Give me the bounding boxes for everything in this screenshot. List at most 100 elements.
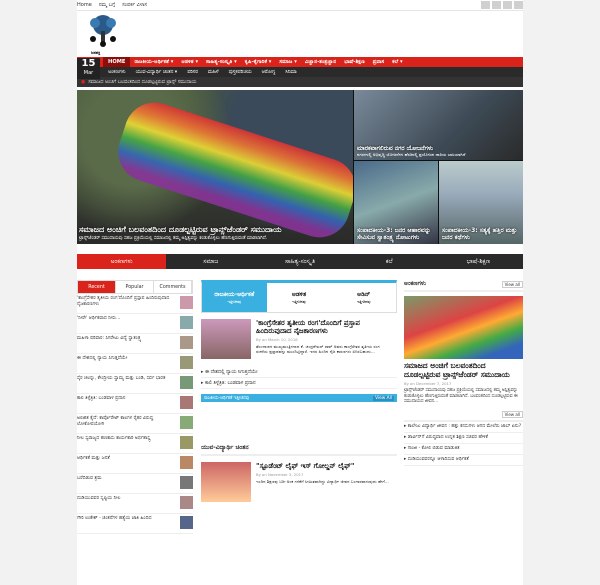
list-item[interactable]: ▸ ಡಾರ್ವಿನ್‌ಗೆ ವಿರುದ್ಧವಾದ ಉನ್ನತ ಶಿಕ್ಷಣ ಸಚ… — [404, 433, 523, 444]
hero-story-4[interactable]: ಸಂಪಾದಕೀಯ-3: ಸತ್ಯಕ್ಕೆ ಹತ್ತಿರ ಮತ್ತು ಜನರ ಕಥ… — [439, 161, 523, 244]
related-link[interactable]: ▸ ಈ ದೇಶದಲ್ಲಿ ನ್ಯಾಯ ಸಿಗುತ್ತದೆಯೇ — [201, 367, 397, 378]
list-item[interactable]: 'ಕಾಂಗ್ರೆಸೇತರ ತೃತೀಯ ರಂಗ'ದೊಂದಿಗೆ ಪ್ರಸ್ತಾಪ … — [77, 294, 193, 314]
google-plus-icon[interactable] — [503, 1, 512, 9]
subnav-item-cinema[interactable]: ಸಿನಿಮಾ — [280, 69, 301, 75]
site-logo[interactable]: ಜನಶಕ್ತಿ — [83, 13, 123, 55]
columns-widget-image[interactable] — [404, 296, 523, 359]
list-item-title[interactable]: ಡಾರ್ವಿನ್‌ಗೆ ವಿರುದ್ಧವಾದ ಉನ್ನತ ಶಿಕ್ಷಣ ಸಚಿವ… — [408, 435, 488, 440]
featured-article-image[interactable] — [201, 319, 251, 359]
list-item-title[interactable]: ಸೈರ ಚಲನ್ನು, ಕೇಂದ್ರೀಯ ಸ್ವಾಮ್ಯ ಮತ್ತು ಬಂಡಿ,… — [77, 376, 173, 382]
view-all-button[interactable]: View All — [373, 395, 394, 401]
subnav-item-environment[interactable]: ಪರಿಸರ — [182, 69, 203, 75]
topbar-link-home[interactable]: Home — [77, 2, 92, 8]
columns-widget-summary: ಟ್ರಾನ್ಸ್‌ಜೆಂಡರ್ ಸಮುದಾಯವು ಸಹಜ ಪ್ರಕ್ರಿಯೆಯಲ… — [404, 388, 518, 405]
subnav-item-women[interactable]: ಮಹಿಳೆ — [203, 69, 224, 75]
list-item-title[interactable]: ಕಾಲಿ ತಿಳ್ಳೆತ್ರಿತಿ: ಬಂಡವಾಳ ಪ್ರದಾನ — [77, 396, 173, 402]
related-link-text[interactable]: ಈ ದೇಶದಲ್ಲಿ ನ್ಯಾಯ ಸಿಗುತ್ತದೆಯೇ — [205, 370, 258, 375]
nav-item-governance[interactable]: ಆಡಳಿತ ▾ — [177, 59, 202, 66]
list-item[interactable]: ಬರೆದಿಡುವ ಶ್ರಮ — [77, 474, 193, 494]
columns-widget-title[interactable]: ಅಂಕಣಗಳು — [404, 280, 426, 288]
list-item[interactable]: ಆರ್ಥಿಕತೆ ಮತ್ತು ಜನತೆ — [77, 454, 193, 474]
subnav-item-health[interactable]: ಆರೋಗ್ಯ — [257, 69, 281, 75]
twitter-icon[interactable] — [492, 1, 501, 9]
youth-featured-article[interactable]: "ಸ್ಟೂಡೆಂಟ್ ಲೈಫ್ ಇಸ್ ಗೋಲ್ಡನ್ ಲೈಫ್" By on … — [201, 462, 397, 502]
list-item-title[interactable]: ಈ ದೇಶದಲ್ಲಿ ನ್ಯಾಯ ಸಿಗುತ್ತದೆಯೇ — [77, 356, 173, 362]
hero-main-title[interactable]: ಸಮಾಜದ ಅಂಚಿಗೆ ಬಲವಂತದಿಂದ ದೂಡಲ್ಪಟ್ಟಿರುವ ಟ್ರ… — [79, 225, 351, 234]
hero-story-4-caption: ಸಂಪಾದಕೀಯ-3: ಸತ್ಯಕ್ಕೆ ಹತ್ತಿರ ಮತ್ತು ಜನರ ಕಥ… — [442, 227, 520, 241]
list-item-title[interactable]: 'ಕಾಂಗ್ರೆಸೇತರ ತೃತೀಯ ರಂಗ'ದೊಂದಿಗೆ ಪ್ರಸ್ತಾಪ … — [77, 296, 173, 308]
list-item[interactable]: ಗೌರಿ ಲಂಕೇಶ್ - ಚಿಂತನೆಗಳ ಹತ್ಯೆಯ ಜಾತಿ ಹಿಂದಿ… — [77, 514, 193, 534]
nav-item-agriculture[interactable]: ಕೃಷಿ-ಕೈಗಾರಿಕೆ ▾ — [241, 59, 276, 66]
nav-home[interactable]: HOME — [103, 57, 131, 67]
list-item-title[interactable]: ಬರೆದಿಡುವ ಶ್ರಮ — [77, 476, 173, 482]
nav-item-language[interactable]: ಭಾಷೆ-ಶಿಕ್ಷಣ — [340, 59, 369, 66]
view-all-button[interactable]: View all — [501, 410, 523, 418]
tab-governance[interactable]: ಆಡಳಿತ ಇತ್ತೀಚಿನವು — [267, 283, 332, 312]
list-item-title[interactable]: ಗೌರಿ ಲಂಕೇಶ್ - ಚಿಂತನೆಗಳ ಹತ್ಯೆಯ ಜಾತಿ ಹಿಂದಿ… — [77, 516, 173, 522]
hero-story-4-title[interactable]: ಸಂಪಾದಕೀಯ-3: ಸತ್ಯಕ್ಕೆ ಹತ್ತಿರ ಮತ್ತು ಜನರ ಕಥ… — [442, 227, 520, 241]
topbar-link-contact[interactable]: ಸಂಪರ್ಕ ವಿಳಾಸ — [122, 2, 147, 8]
youth-article-title[interactable]: "ಸ್ಟೂಡೆಂಟ್ ಲೈಫ್ ಇಸ್ ಗೋಲ್ಡನ್ ಲೈಫ್" — [256, 462, 391, 470]
tab-language[interactable]: ಭಾಷೆ-ಶಿಕ್ಷಣ — [434, 254, 523, 269]
list-item-title[interactable]: ನೀಲ ಸ್ವರಾಜ್ಯದ ಹಣಕಾಸು ಕಾರ್ಯಕಾರಿ ಅರ್ಥಶಾಸ್ತ… — [77, 436, 173, 442]
hero-story-3[interactable]: ಸಂಪಾದಕೀಯ-3: ಜನರ ಆಹಾರವನ್ನು ಸೇವಿಸುವ ಸ್ವಾತಂ… — [354, 161, 438, 244]
list-item-title[interactable]: ಮಹಿಳಾ ಪರಿವಾರ: ಸಿಗರೇಟು ವಿದ್ಯೆ ಸ್ವಾತಂತ್ರ್ಯ — [77, 336, 173, 342]
list-item[interactable]: ▸ ದುಡಿಯುವವರನ್ನೂ ಆಳಾದಿಸುವ ಆರ್ಥಿಕತೆ — [404, 455, 523, 466]
view-all-button[interactable]: View all — [501, 280, 523, 288]
tab-literature[interactable]: ಸಾಹಿತ್ಯ-ಸಂಸ್ಕೃತಿ — [255, 254, 344, 269]
list-item[interactable]: ಈ ದೇಶದಲ್ಲಿ ನ್ಯಾಯ ಸಿಗುತ್ತದೆಯೇ — [77, 354, 193, 374]
ticker-text[interactable]: ಸಮಾಜದ ಅಂಚಿಗೆ ಬಲವಂತದಿಂದ ದೂಡಲ್ಪಟ್ಟಿರುವ ಟ್ರ… — [88, 79, 196, 85]
featured-article-title[interactable]: 'ಕಾಂಗ್ರೆಸೇತರ ತೃತೀಯ ರಂಗ'ದೊಂದಿಗೆ ಪ್ರಸ್ತಾಪ … — [256, 319, 391, 335]
tab-politics-economy-sub: ಇತ್ತೀಚಿನವು — [227, 299, 242, 304]
nav-item-science[interactable]: ವಿಜ್ಞಾನ-ತಂತ್ರಜ್ಞಾನ — [301, 59, 340, 66]
columns-widget-article-title[interactable]: ಸಮಾಜದ ಅಂಚಿಗೆ ಬಲವಂತದಿಂದ ದೂಡಲ್ಪಟ್ಟಿರುವ ಟ್ರ… — [404, 361, 523, 379]
list-item[interactable]: ▸ ಗಾಂಜಿ - ಕೋಲಿ ಬಿಡುವ ಮಾಡುತಿತ — [404, 444, 523, 455]
youth-section-heading[interactable]: ಯುವ-ವಿದ್ಯಾರ್ಥಿ ಚಿಂತನ — [201, 442, 397, 456]
category-tabs: ಅಂಕಣಗಳು ಸಮಾಜ ಸಾಹಿತ್ಯ-ಸಂಸ್ಕೃತಿ ಕಲೆ ಭಾಷೆ-ಶ… — [77, 254, 523, 269]
tab-arts[interactable]: ಕಲೆ — [345, 254, 434, 269]
rss-icon[interactable] — [514, 1, 523, 9]
featured-article[interactable]: 'ಕಾಂಗ್ರೆಸೇತರ ತೃತೀಯ ರಂಗ'ದೊಂದಿಗೆ ಪ್ರಸ್ತಾಪ … — [201, 319, 397, 359]
hero-main-story[interactable]: ಸಮಾಜದ ಅಂಚಿಗೆ ಬಲವಂತದಿಂದ ದೂಡಲ್ಪಟ್ಟಿರುವ ಟ್ರ… — [77, 90, 353, 244]
list-item[interactable]: ನೀಲ ಸ್ವರಾಜ್ಯದ ಹಣಕಾಸು ಕಾರ್ಯಕಾರಿ ಅರ್ಥಶಾಸ್ತ… — [77, 434, 193, 454]
related-link-text[interactable]: ಕಾಲಿ ತಿಳ್ಳೆತ್ರಿತಿ: ಬಂಡವಾಳ ಪ್ರದಾನ — [205, 381, 256, 386]
tab-comments[interactable]: Comments — [154, 281, 192, 293]
list-item[interactable]: 'ನೀರೇ' ಆರ್ಥಿಕವಾದ ನೀರು... — [77, 314, 193, 334]
list-item-title[interactable]: ಅಲಿಖಿತ ಕೈದೆ: ಕಾರ್ಪೊರೇಟ್ ಕಾಲಗಳ ರೈತರ ವಿರುದ… — [77, 416, 173, 428]
facebook-icon[interactable] — [481, 1, 490, 9]
hero-story-2[interactable]: ಮಾರಕವಾಗಲಿರುವ ನಗರ ಯೋಜನೆಗಳು ನಗರಗಳಲ್ಲಿ ಅಭಿವ… — [354, 90, 523, 160]
list-item-title[interactable]: ಗಾಂಜಿ - ಕೋಲಿ ಬಿಡುವ ಮಾಡುತಿತ — [408, 446, 460, 451]
list-item-title[interactable]: ದುಡಿಯುವವರ ಸೃಷ್ಟಿಯ ನೀಲ — [77, 496, 173, 502]
list-item-title[interactable]: ಆರ್ಥಿಕತೆ ಮತ್ತು ಜನತೆ — [77, 456, 173, 462]
youth-article-image[interactable] — [201, 462, 251, 502]
nav-item-society[interactable]: ಸಮಾಜ ▾ — [275, 59, 300, 66]
related-link[interactable]: ▸ ಕಾಲಿ ತಿಳ್ಳೆತ್ರಿತಿ: ಬಂಡವಾಳ ಪ್ರದಾನ — [201, 378, 397, 389]
tab-other[interactable]: ಅಡಿನ್ ಇತ್ತೀಚಿನವು — [331, 283, 396, 312]
list-item[interactable]: ಅಲಿಖಿತ ಕೈದೆ: ಕಾರ್ಪೊರೇಟ್ ಕಾಲಗಳ ರೈತರ ವಿರುದ… — [77, 414, 193, 434]
nav-item-politics[interactable]: ರಾಜಕೀಯ-ಆರ್ಥಿಕತೆ ▾ — [130, 59, 177, 66]
list-item-title[interactable]: 'ನೀರೇ' ಆರ್ಥಿಕವಾದ ನೀರು... — [77, 316, 173, 322]
tab-columns[interactable]: ಅಂಕಣಗಳು — [77, 254, 167, 269]
tab-society[interactable]: ಸಮಾಜ — [166, 254, 255, 269]
nav-item-arts[interactable]: ಕಲೆ ▾ — [388, 59, 406, 66]
hero-story-2-title[interactable]: ಮಾರಕವಾಗಲಿರುವ ನಗರ ಯೋಜನೆಗಳು — [357, 145, 520, 152]
hero-story-3-title[interactable]: ಸಂಪಾದಕೀಯ-3: ಜನರ ಆಹಾರವನ್ನು ಸೇವಿಸುವ ಸ್ವಾತಂ… — [357, 227, 435, 241]
subnav-item-youth[interactable]: ಯುವ-ವಿದ್ಯಾರ್ಥಿ ಚಿಂತನ ▾ — [131, 69, 183, 75]
nav-item-travel[interactable]: ಪ್ರವಾಸ — [369, 59, 388, 66]
tab-popular[interactable]: Popular — [116, 281, 154, 293]
tab-recent[interactable]: Recent — [78, 281, 116, 293]
list-item[interactable]: ಸೈರ ಚಲನ್ನು, ಕೇಂದ್ರೀಯ ಸ್ವಾಮ್ಯ ಮತ್ತು ಬಂಡಿ,… — [77, 374, 193, 394]
tab-politics-economy[interactable]: ರಾಜಕೀಯ-ಆರ್ಥಿಕತೆ ಇತ್ತೀಚಿನವು — [202, 283, 267, 312]
list-item[interactable]: ಕಾಲಿ ತಿಳ್ಳೆತ್ರಿತಿ: ಬಂಡವಾಳ ಪ್ರದಾನ — [77, 394, 193, 414]
list-item-title[interactable]: ಕಾಲೇಜು ವಿದ್ಯಾರ್ಥಿ ಜೀವನ : ಹತ್ತು ಕನಸುಗಳು ಆ… — [408, 424, 521, 429]
topbar-link-about[interactable]: ನಮ್ಮ ಬಗ್ಗೆ — [99, 2, 115, 8]
subnav-item-columns[interactable]: ಅಂಕಣಗಳು — [103, 69, 131, 75]
list-item[interactable]: ▸ ಕಾಲೇಜು ವಿದ್ಯಾರ್ಥಿ ಜೀವನ : ಹತ್ತು ಕನಸುಗಳು… — [404, 422, 523, 433]
youth-article-body: "ಸ್ಟೂಡೆಂಟ್ ಲೈಫ್ ಇಸ್ ಗೋಲ್ಡನ್ ಲೈಫ್" By on … — [251, 462, 391, 502]
list-item-thumbnail — [180, 356, 193, 369]
nav-item-literature[interactable]: ಸಾಹಿತ್ಯ-ಸಂಸ್ಕೃತಿ ▾ — [202, 59, 241, 66]
list-item-title[interactable]: ದುಡಿಯುವವರನ್ನೂ ಆಳಾದಿಸುವ ಆರ್ಥಿಕತೆ — [408, 457, 469, 462]
list-item[interactable]: ದುಡಿಯುವವರ ಸೃಷ್ಟಿಯ ನೀಲ — [77, 494, 193, 514]
list-item[interactable]: ಮಹಿಳಾ ಪರಿವಾರ: ಸಿಗರೇಟು ವಿದ್ಯೆ ಸ್ವಾತಂತ್ರ್ಯ — [77, 334, 193, 354]
subnav-item-books[interactable]: ಪುಸ್ತಕಪರಿಚಯ — [224, 69, 257, 75]
